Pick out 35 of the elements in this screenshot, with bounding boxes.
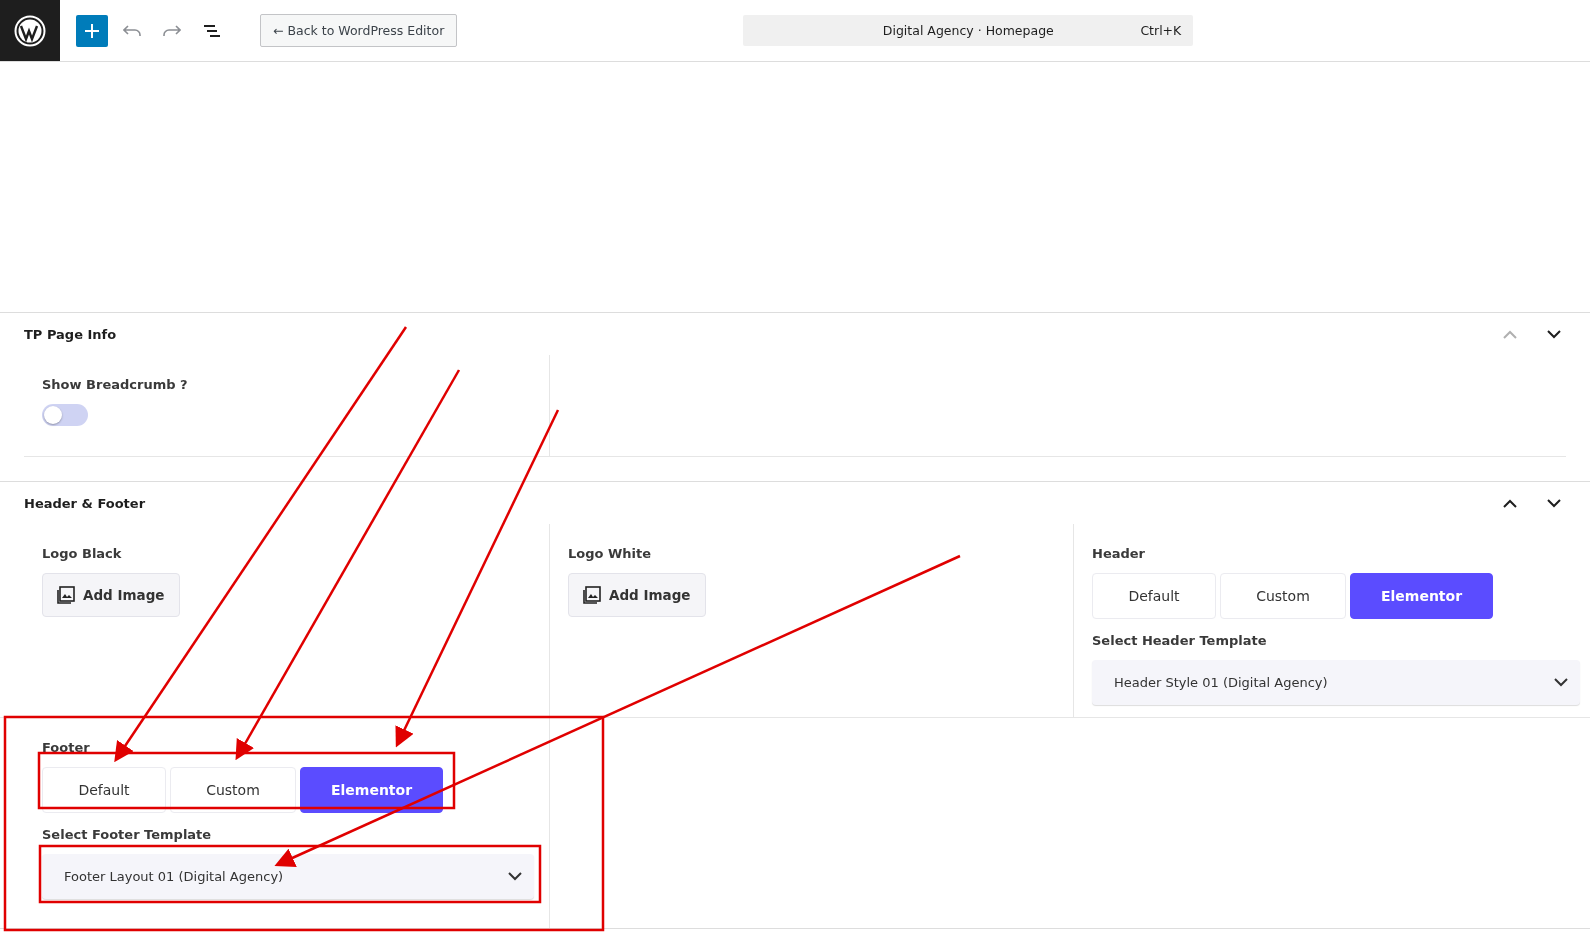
wordpress-logo[interactable] (0, 0, 60, 61)
template-select[interactable]: Footer Layout 01 (Digital Agency) (42, 854, 534, 899)
field-label: Select Header Template (1092, 633, 1268, 648)
add-block-button[interactable] (76, 14, 108, 47)
command-bar[interactable]: Digital Agency · Homepage Ctrl+K (743, 15, 1194, 46)
image-icon (57, 586, 75, 604)
chevron-down-icon (1554, 678, 1568, 687)
chevron-up-icon (1503, 498, 1517, 508)
field-label: Show Breadcrumb ? (42, 377, 189, 392)
shortcut-hint: Ctrl+K (1140, 23, 1182, 38)
field-label: Footer (42, 740, 91, 755)
add-image-button[interactable]: Add Image (42, 573, 180, 617)
option-button[interactable]: Default (1092, 573, 1216, 619)
option-button[interactable]: Custom (1220, 573, 1346, 619)
chevron-down-icon (508, 872, 522, 881)
chevron-down-icon (1547, 329, 1561, 339)
field-label: Logo Black (42, 546, 123, 561)
field-label: Logo White (568, 546, 653, 561)
option-button[interactable]: Default (42, 767, 166, 813)
panel-title: Header & Footer (24, 495, 147, 511)
image-icon (583, 586, 601, 604)
back-to-editor-button[interactable]: ← Back to WordPress Editor (260, 14, 458, 47)
add-image-button[interactable]: Add Image (568, 573, 706, 617)
chevron-up-icon (1503, 329, 1517, 339)
template-select[interactable]: Header Style 01 (Digital Agency) (1092, 660, 1580, 705)
field-label: Select Footer Template (42, 827, 213, 842)
chevron-down-icon (1547, 498, 1561, 508)
panel-title: TP Page Info (24, 326, 118, 342)
option-button[interactable]: Elementor (300, 767, 443, 813)
option-button[interactable]: Elementor (1350, 573, 1493, 619)
document-title: Digital Agency · Homepage (882, 23, 1054, 38)
plus-icon (85, 23, 99, 38)
field-label: Header (1092, 546, 1146, 561)
toggle-switch[interactable] (42, 404, 88, 426)
option-button[interactable]: Custom (170, 767, 296, 813)
